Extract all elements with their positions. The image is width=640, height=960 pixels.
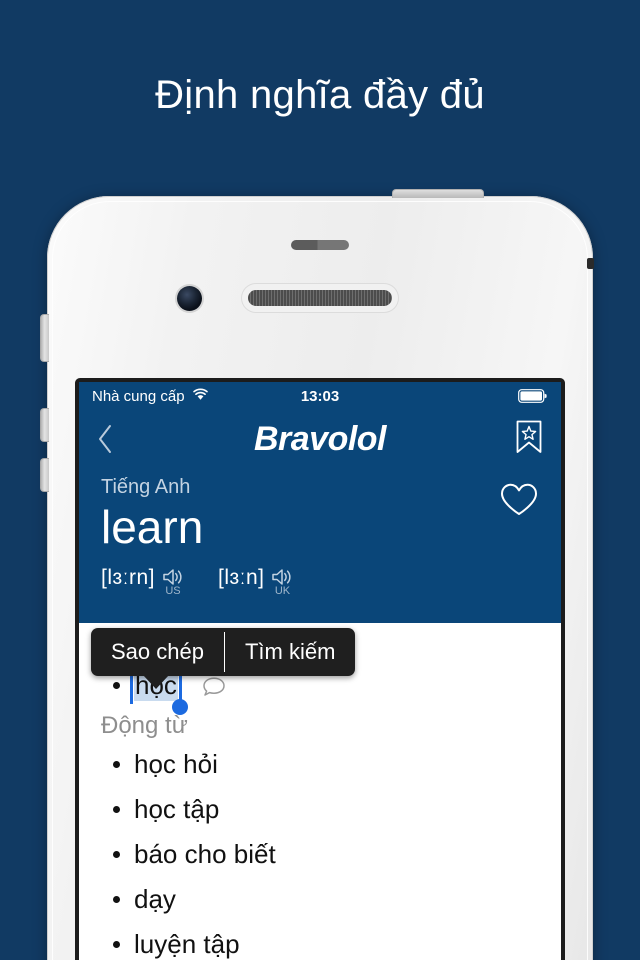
list-item[interactable]: học tập [101, 787, 539, 832]
front-camera [177, 286, 202, 311]
speech-bubble-icon[interactable] [202, 673, 226, 704]
carrier-group: Nhà cung cấp [92, 388, 209, 405]
antenna-band [587, 258, 594, 269]
list-item-label: dạy [134, 884, 176, 914]
phone-mockup: Nhà cung cấp 13:03 Bravolol Tiếng Anh le… [40, 189, 594, 960]
bullet-icon [113, 851, 120, 858]
bullet-icon [113, 761, 120, 768]
copy-button[interactable]: Sao chép [91, 628, 224, 676]
list-item-label: học tập [134, 794, 220, 824]
list-item[interactable]: dạy [101, 877, 539, 922]
wifi-icon [192, 387, 209, 405]
pronunciation-uk[interactable]: [lɜːn] UK [218, 566, 293, 597]
page-title: Định nghĩa đầy đủ [155, 72, 485, 117]
text-selection-popup: Sao chép Tìm kiếm [91, 628, 356, 689]
pronunciation-us[interactable]: [lɜːrn] US [101, 566, 184, 597]
status-bar: Nhà cung cấp 13:03 [79, 382, 561, 410]
list-item-label: học hỏi [134, 749, 218, 779]
bullet-icon [113, 941, 120, 948]
pronunciation-row: [lɜːrn] US [lɜːn] UK [101, 566, 539, 597]
speaker-icon [272, 569, 292, 585]
mute-switch[interactable] [40, 314, 49, 362]
screen-bezel: Nhà cung cấp 13:03 Bravolol Tiếng Anh le… [75, 378, 565, 960]
bullet-icon [113, 806, 120, 813]
search-button[interactable]: Tìm kiếm [225, 628, 355, 676]
battery-full-icon [518, 389, 548, 403]
speaker-icon [163, 569, 182, 585]
word-header: Tiếng Anh learn [lɜːrn] US [lɜːn] UK [79, 468, 561, 623]
ipa-uk: [lɜːn] [217, 565, 265, 589]
list-item[interactable]: luyện tập [101, 922, 539, 960]
navigation-bar: Bravolol [79, 410, 561, 468]
headword: learn [101, 501, 204, 553]
language-label: Tiếng Anh [101, 476, 191, 498]
ipa-us: [lɜːrn] [101, 565, 155, 589]
list-item-label: luyện tập [134, 929, 240, 959]
app-title: Bravolol [253, 419, 387, 458]
carrier-label: Nhà cung cấp [92, 387, 185, 405]
back-chevron-icon[interactable] [97, 424, 113, 454]
list-item[interactable]: học hỏi [101, 742, 539, 787]
selection-handle-end-ball[interactable] [171, 699, 188, 715]
popup-tail [143, 675, 169, 689]
bookmark-star-icon[interactable] [515, 419, 543, 460]
bullet-icon [113, 682, 120, 689]
volume-up-button[interactable] [40, 408, 49, 442]
list-item-label: báo cho biết [134, 839, 276, 869]
volume-down-button[interactable] [40, 458, 49, 492]
speaker-us-group[interactable]: US [162, 567, 184, 597]
phone-screen: Nhà cung cấp 13:03 Bravolol Tiếng Anh le… [79, 382, 561, 960]
earpiece-speaker [248, 290, 392, 306]
heart-outline-icon[interactable] [499, 482, 539, 523]
verb-section-title: Động từ [101, 712, 188, 739]
bullet-icon [113, 896, 120, 903]
accent-label-us: US [165, 584, 181, 597]
power-button[interactable] [392, 189, 484, 198]
speaker-uk-group[interactable]: UK [271, 567, 293, 597]
proximity-sensor [291, 240, 349, 250]
verb-list: học hỏi học tập báo cho biết dạy luyện t… [101, 742, 539, 960]
list-item[interactable]: báo cho biết [101, 832, 539, 877]
accent-label-uk: UK [274, 584, 291, 597]
